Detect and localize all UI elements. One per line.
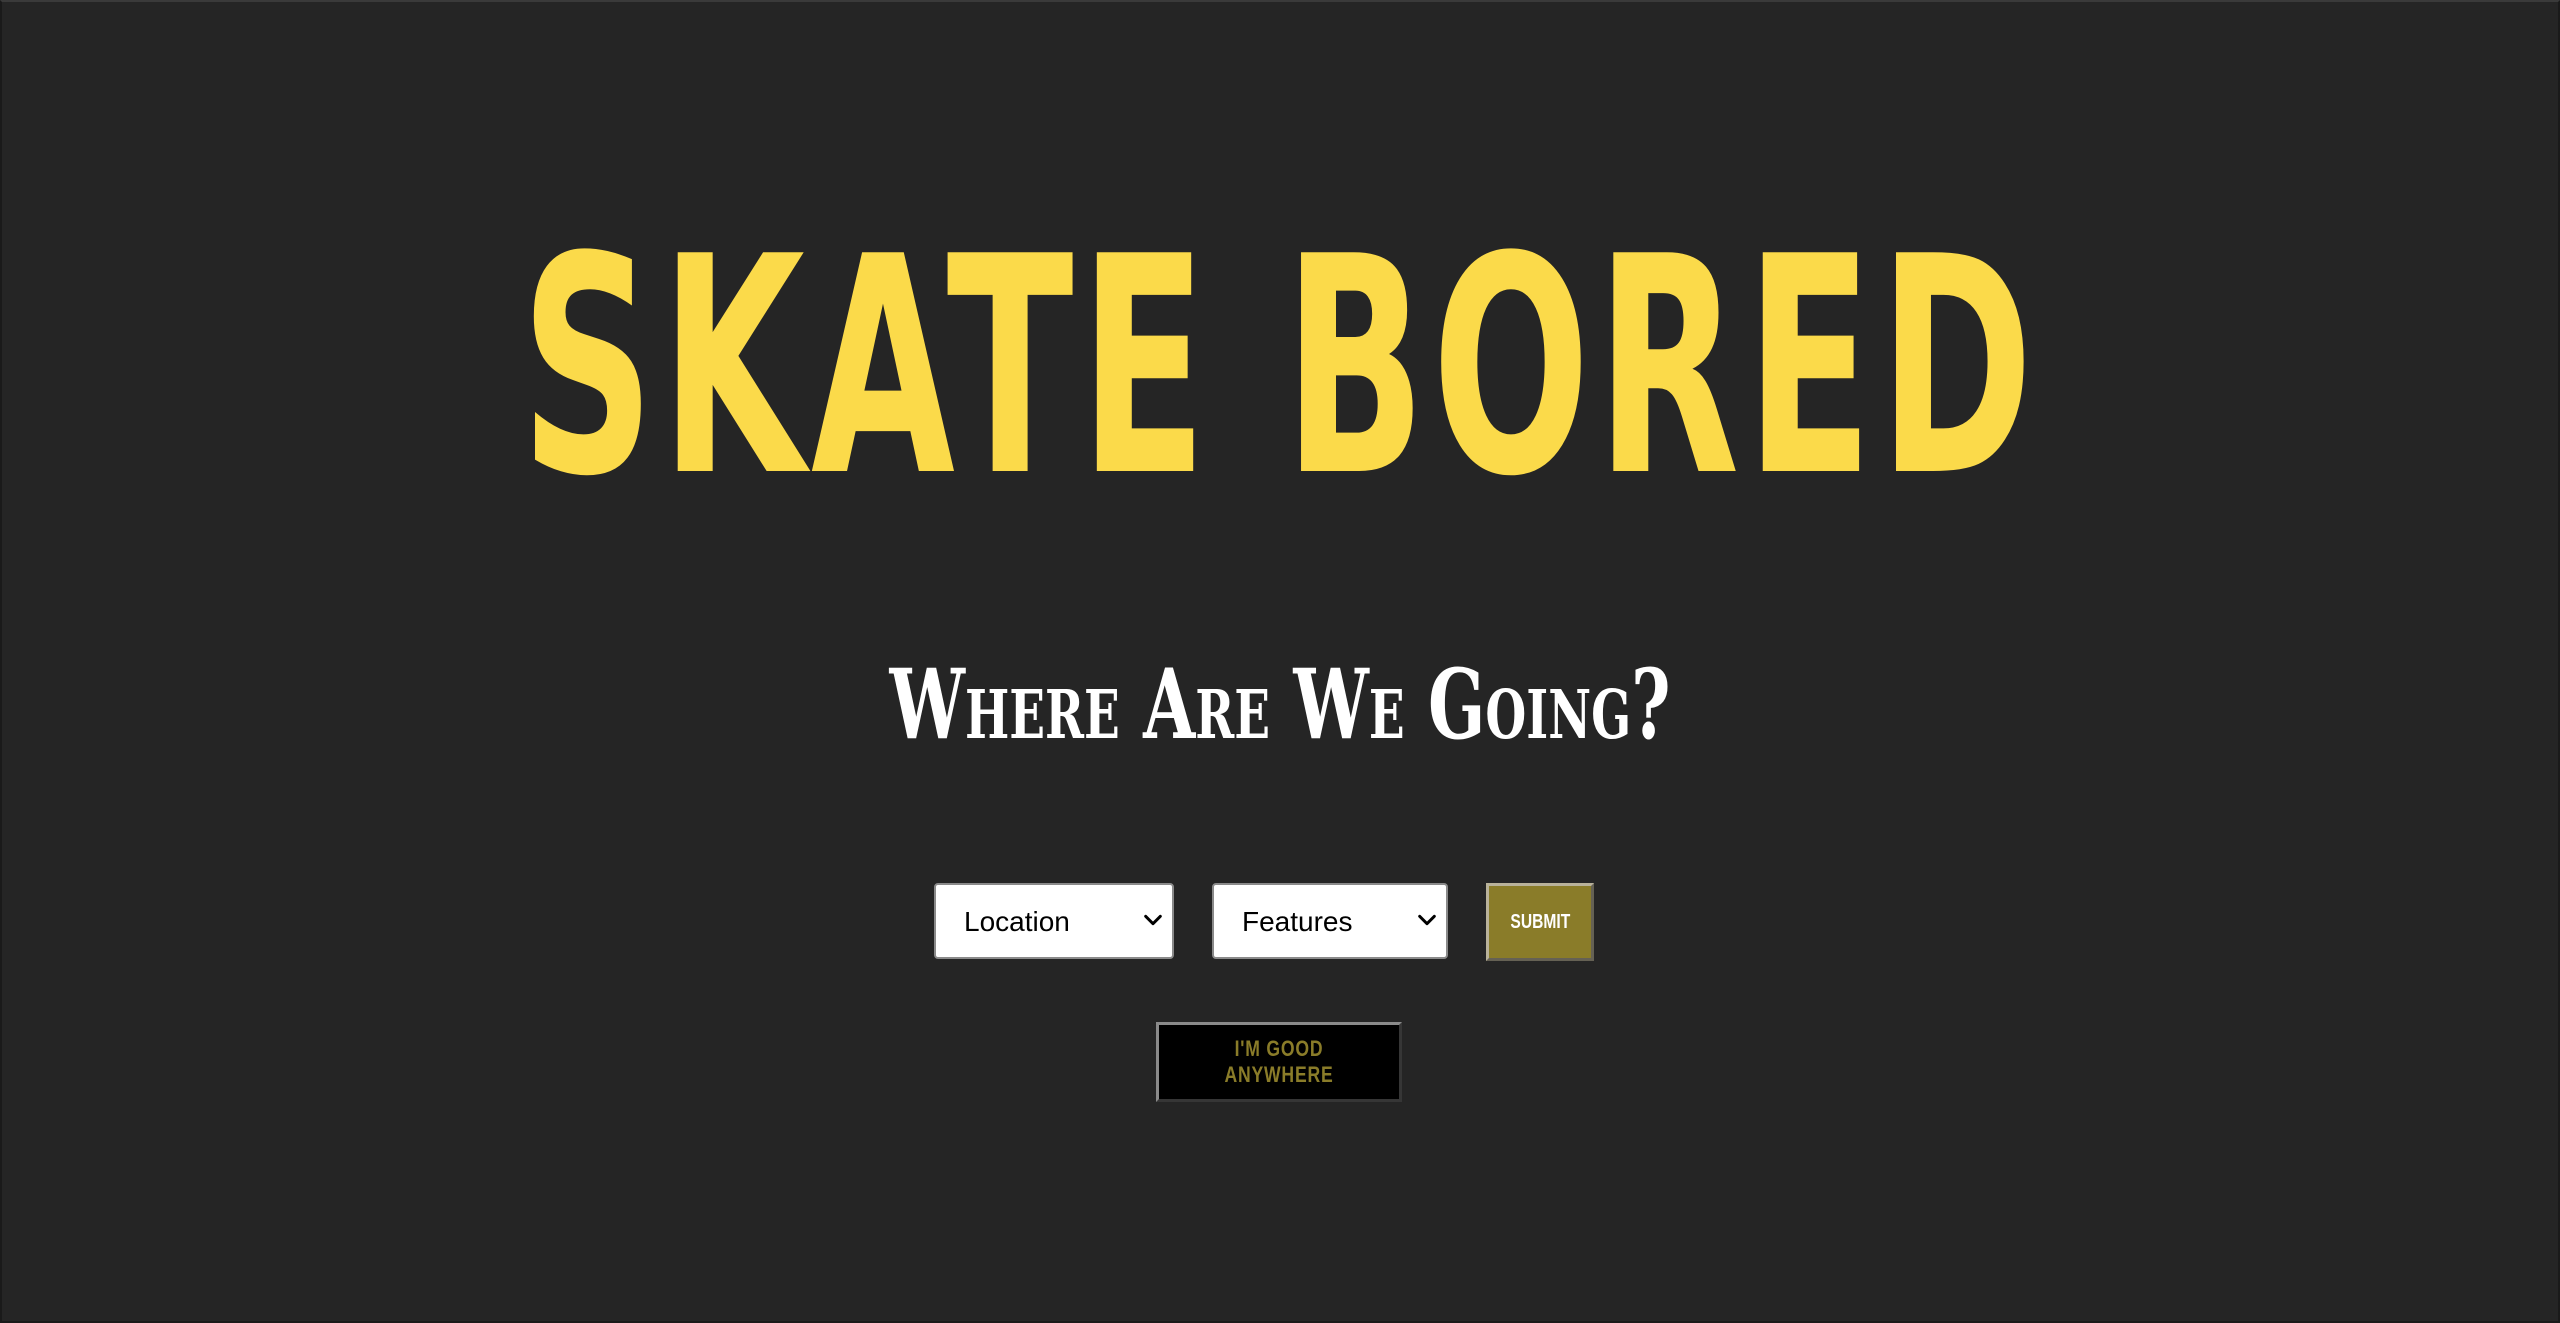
submit-button[interactable]: SUBMIT — [1486, 883, 1594, 961]
submit-button-label: SUBMIT — [1510, 910, 1570, 933]
page-title: SKATE BORED — [520, 193, 2040, 542]
page-subtitle: Where Are We Going? — [889, 648, 1671, 761]
features-select[interactable]: Features — [1214, 885, 1446, 957]
features-select-wrapper[interactable]: Features — [1212, 883, 1448, 959]
location-select[interactable]: Location — [936, 885, 1172, 957]
im-good-anywhere-button[interactable]: I'M GOOD ANYWHERE — [1156, 1022, 1402, 1102]
location-select-wrapper[interactable]: Location — [934, 883, 1174, 959]
im-good-anywhere-label: I'M GOOD ANYWHERE — [1224, 1036, 1334, 1087]
